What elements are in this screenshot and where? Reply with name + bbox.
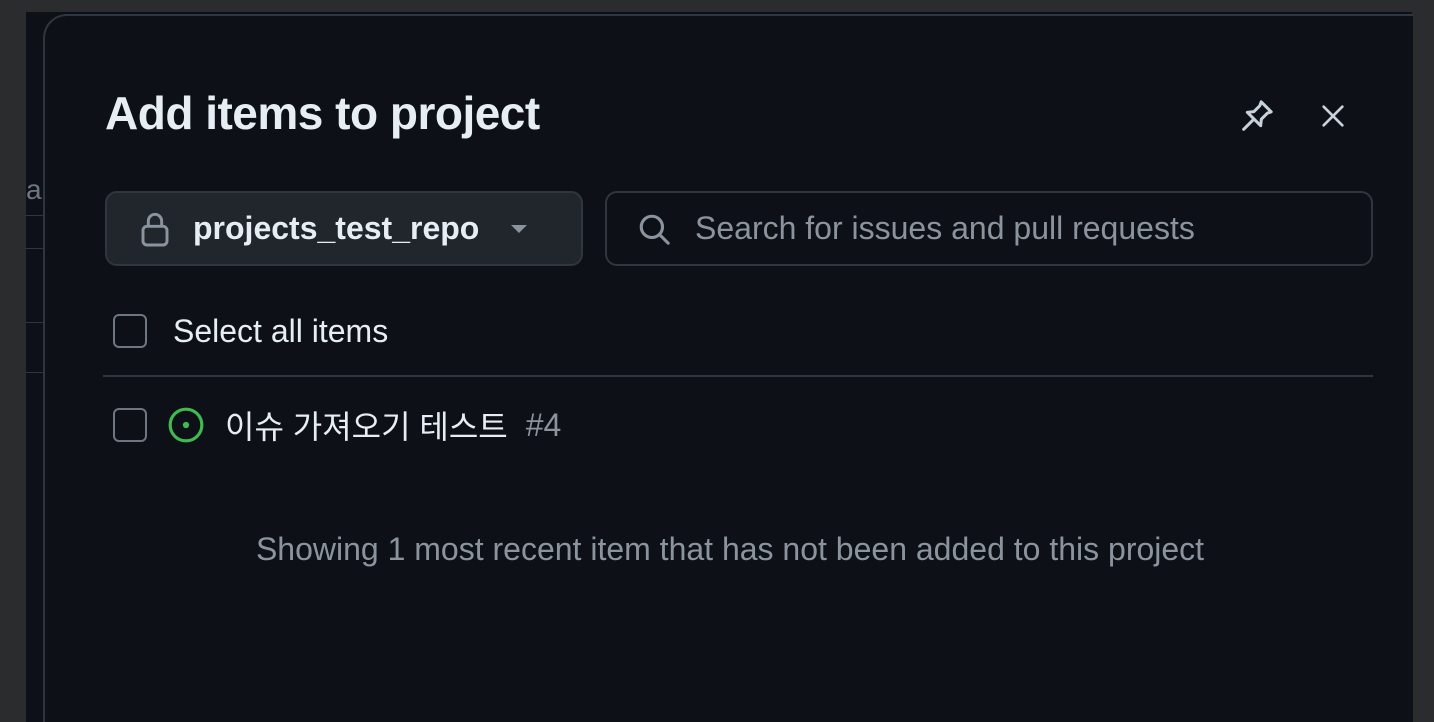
x-icon	[1322, 105, 1344, 127]
list-divider	[103, 375, 1373, 377]
select-all-label: Select all items	[173, 312, 389, 349]
pin-icon	[1242, 100, 1273, 131]
repository-name: projects_test_repo	[193, 210, 480, 246]
item-title[interactable]: 이슈 가져오기 테스트	[225, 402, 508, 448]
repository-selector[interactable]: projects_test_repo	[105, 191, 583, 266]
triangle-down-icon	[509, 222, 531, 236]
dialog-title: Add items to project	[105, 87, 540, 139]
search-field[interactable]	[605, 191, 1373, 266]
search-icon	[637, 211, 673, 247]
results-note: Showing 1 most recent item that has not …	[255, 531, 1205, 567]
close-button[interactable]	[1311, 94, 1355, 138]
list-item[interactable]: 이슈 가져오기 테스트 #4	[113, 405, 561, 445]
pin-button[interactable]	[1235, 94, 1279, 138]
item-checkbox[interactable]	[113, 408, 147, 442]
lock-icon	[139, 209, 173, 249]
screen-frame: a Add items to project projects_test_rep…	[0, 0, 1434, 722]
select-all-row[interactable]: Select all items	[113, 311, 388, 351]
item-number: #4	[525, 406, 562, 443]
background-partial-text: a	[26, 174, 42, 205]
issue-opened-icon	[167, 406, 205, 444]
select-all-checkbox[interactable]	[113, 314, 147, 348]
search-input[interactable]	[693, 209, 1371, 248]
add-items-dialog: Add items to project projects_test_repo	[43, 14, 1413, 722]
